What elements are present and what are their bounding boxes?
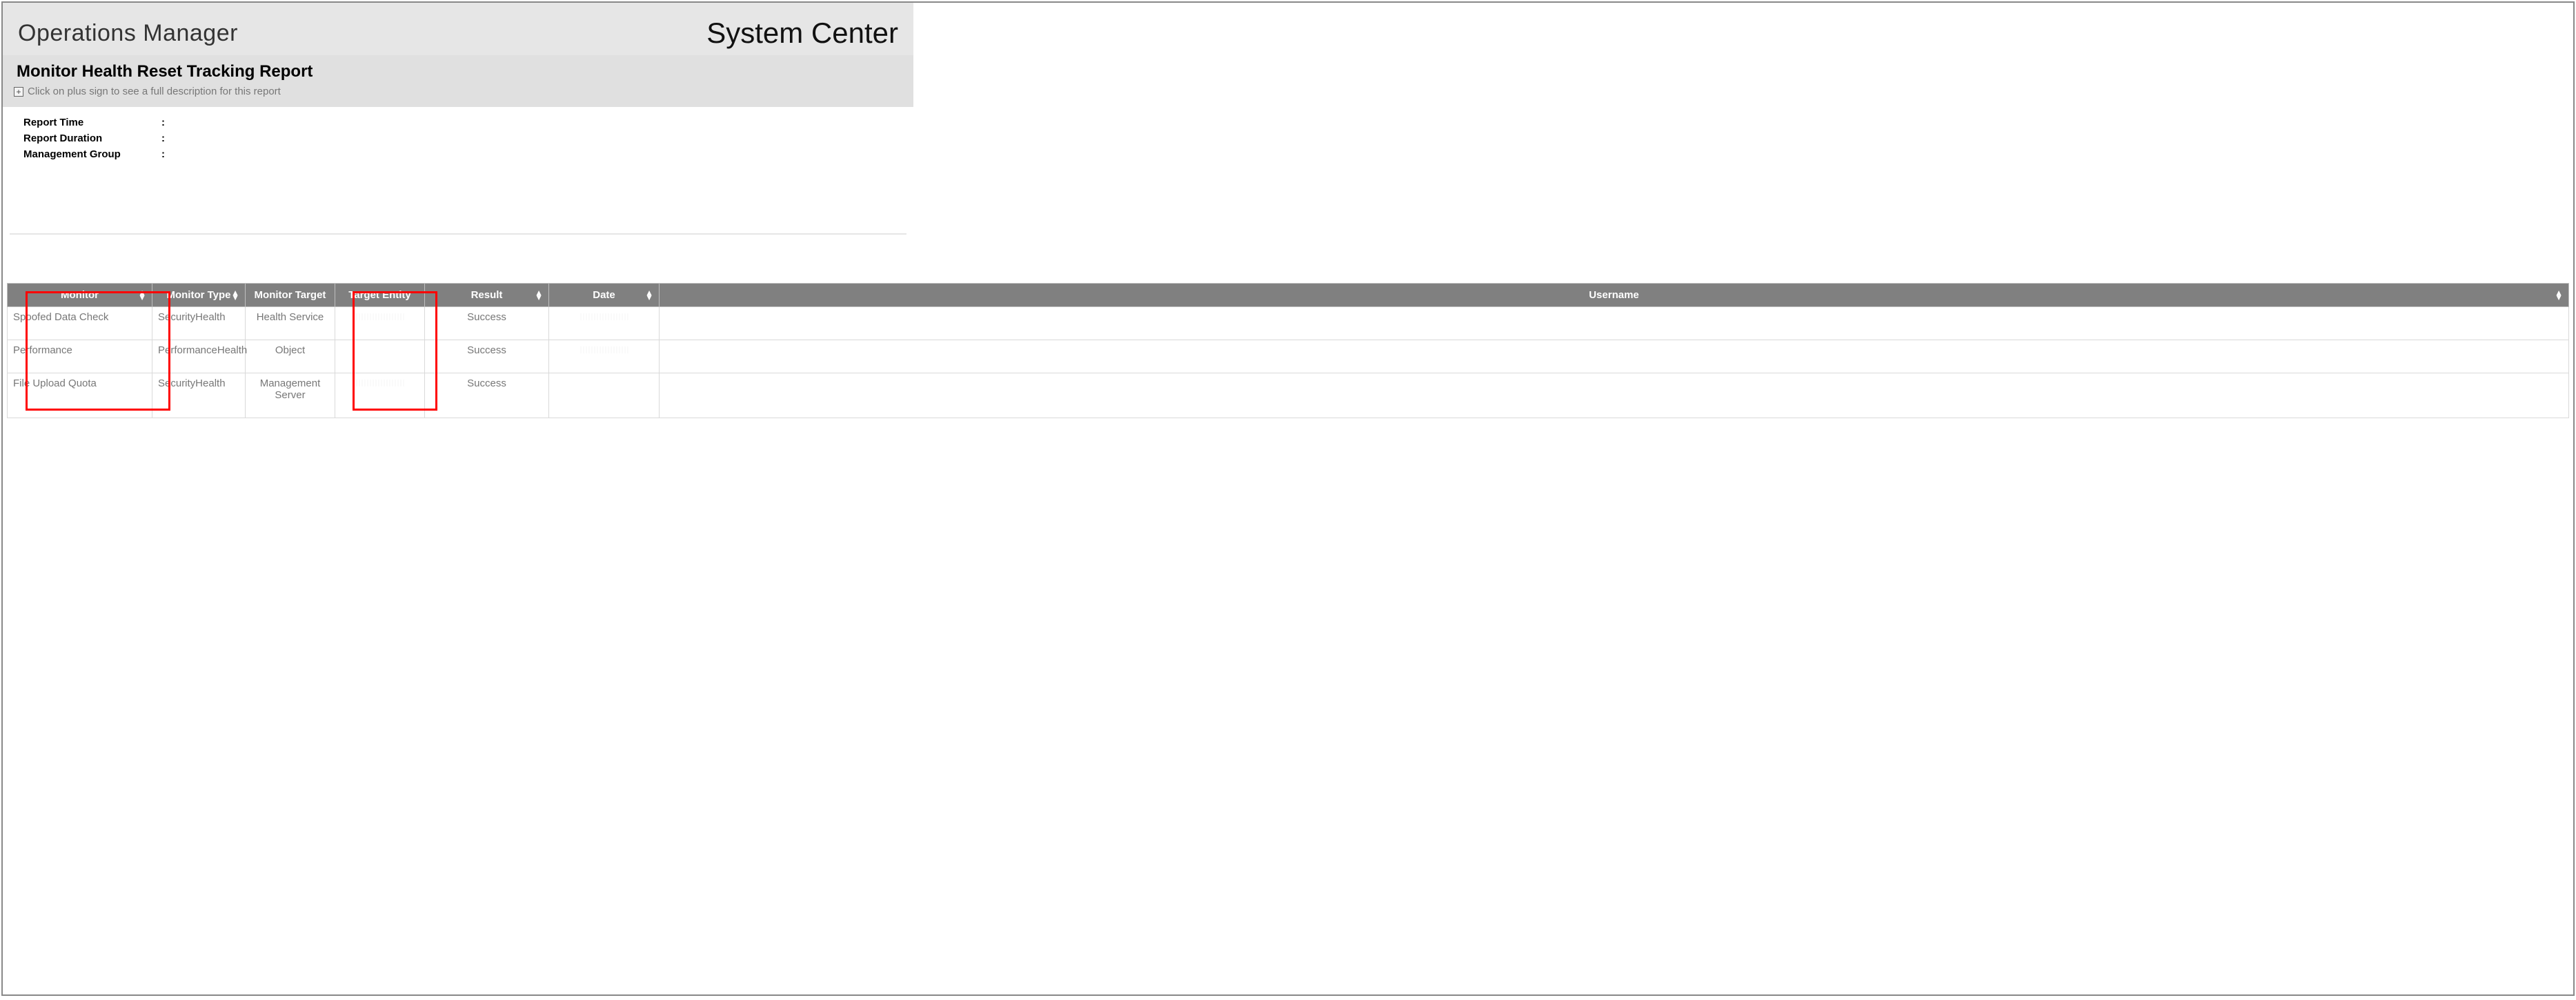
cell-monitor-target: Object <box>246 340 335 373</box>
cell-result: Success <box>425 307 549 340</box>
redacted-text <box>580 313 628 320</box>
col-header-monitor-type[interactable]: Monitor Type ▲▼ <box>152 284 246 307</box>
cell-result: Success <box>425 340 549 373</box>
results-table: Monitor ▲▼ Monitor Type ▲▼ Monitor Targe… <box>7 283 2569 418</box>
cell-date <box>549 373 660 418</box>
meta-label: Management Group <box>23 148 161 160</box>
cell-monitor-type: SecurityHealth <box>152 373 246 418</box>
cell-date <box>549 307 660 340</box>
redacted-text <box>580 346 628 353</box>
cell-monitor-target: Health Service <box>246 307 335 340</box>
report-meta: Report Time : Report Duration : Manageme… <box>3 107 913 171</box>
meta-label: Report Time <box>23 117 161 128</box>
redacted-text <box>356 380 404 386</box>
cell-monitor: Performance <box>8 340 152 373</box>
divider <box>10 233 906 235</box>
table-header-row: Monitor ▲▼ Monitor Type ▲▼ Monitor Targe… <box>8 284 2569 307</box>
col-header-label: Target Entity <box>348 289 411 301</box>
col-header-date[interactable]: Date ▲▼ <box>549 284 660 307</box>
col-header-result[interactable]: Result ▲▼ <box>425 284 549 307</box>
report-banner-area: Operations Manager System Center Monitor… <box>3 3 913 235</box>
col-header-monitor[interactable]: Monitor ▲▼ <box>8 284 152 307</box>
cell-username <box>660 373 2569 418</box>
meta-report-time: Report Time : <box>23 117 898 128</box>
meta-label: Report Duration <box>23 133 161 144</box>
cell-result: Success <box>425 373 549 418</box>
cell-monitor: File Upload Quota <box>8 373 152 418</box>
table-row: Spoofed Data Check SecurityHealth Health… <box>8 307 2569 340</box>
top-banner: Operations Manager System Center <box>3 3 913 55</box>
meta-management-group: Management Group : <box>23 148 898 160</box>
cell-monitor: Spoofed Data Check <box>8 307 152 340</box>
table-row: File Upload Quota SecurityHealth Managem… <box>8 373 2569 418</box>
cell-monitor-type: PerformanceHealth <box>152 340 246 373</box>
col-header-label: Monitor <box>61 289 99 301</box>
expand-description-icon[interactable]: + <box>14 87 23 97</box>
cell-target-entity <box>335 373 425 418</box>
col-header-monitor-target[interactable]: Monitor Target <box>246 284 335 307</box>
table-row: Performance PerformanceHealth Object Suc… <box>8 340 2569 373</box>
cell-target-entity <box>335 307 425 340</box>
app-title-left: Operations Manager <box>18 20 238 47</box>
sort-icon[interactable]: ▲▼ <box>138 290 146 300</box>
meta-report-duration: Report Duration : <box>23 133 898 144</box>
meta-separator: : <box>161 133 165 144</box>
col-header-label: Monitor Target <box>255 289 326 301</box>
report-title: Monitor Health Reset Tracking Report <box>17 62 898 81</box>
cell-date <box>549 340 660 373</box>
col-header-label: Username <box>1589 289 1639 301</box>
report-frame: Operations Manager System Center Monitor… <box>1 1 2575 996</box>
cell-username <box>660 307 2569 340</box>
cell-target-entity <box>335 340 425 373</box>
report-description-hint: Click on plus sign to see a full descrip… <box>28 86 281 97</box>
col-header-target-entity[interactable]: Target Entity <box>335 284 425 307</box>
meta-separator: : <box>161 148 165 160</box>
sort-icon[interactable]: ▲▼ <box>645 290 653 300</box>
app-title-right: System Center <box>706 17 898 50</box>
report-description-row: + Click on plus sign to see a full descr… <box>14 86 898 97</box>
col-header-username[interactable]: Username ▲▼ <box>660 284 2569 307</box>
cell-username <box>660 340 2569 373</box>
cell-monitor-type: SecurityHealth <box>152 307 246 340</box>
meta-separator: : <box>161 117 165 128</box>
sort-icon[interactable]: ▲▼ <box>2555 290 2563 300</box>
cell-monitor-target: Management Server <box>246 373 335 418</box>
redacted-text <box>356 313 404 320</box>
sort-icon[interactable]: ▲▼ <box>231 290 239 300</box>
col-header-label: Monitor Type <box>166 289 230 301</box>
report-header: Monitor Health Reset Tracking Report + C… <box>3 55 913 107</box>
col-header-label: Result <box>471 289 503 301</box>
col-header-label: Date <box>593 289 615 301</box>
sort-icon[interactable]: ▲▼ <box>535 290 543 300</box>
results-table-wrap: Monitor ▲▼ Monitor Type ▲▼ Monitor Targe… <box>3 283 2573 418</box>
